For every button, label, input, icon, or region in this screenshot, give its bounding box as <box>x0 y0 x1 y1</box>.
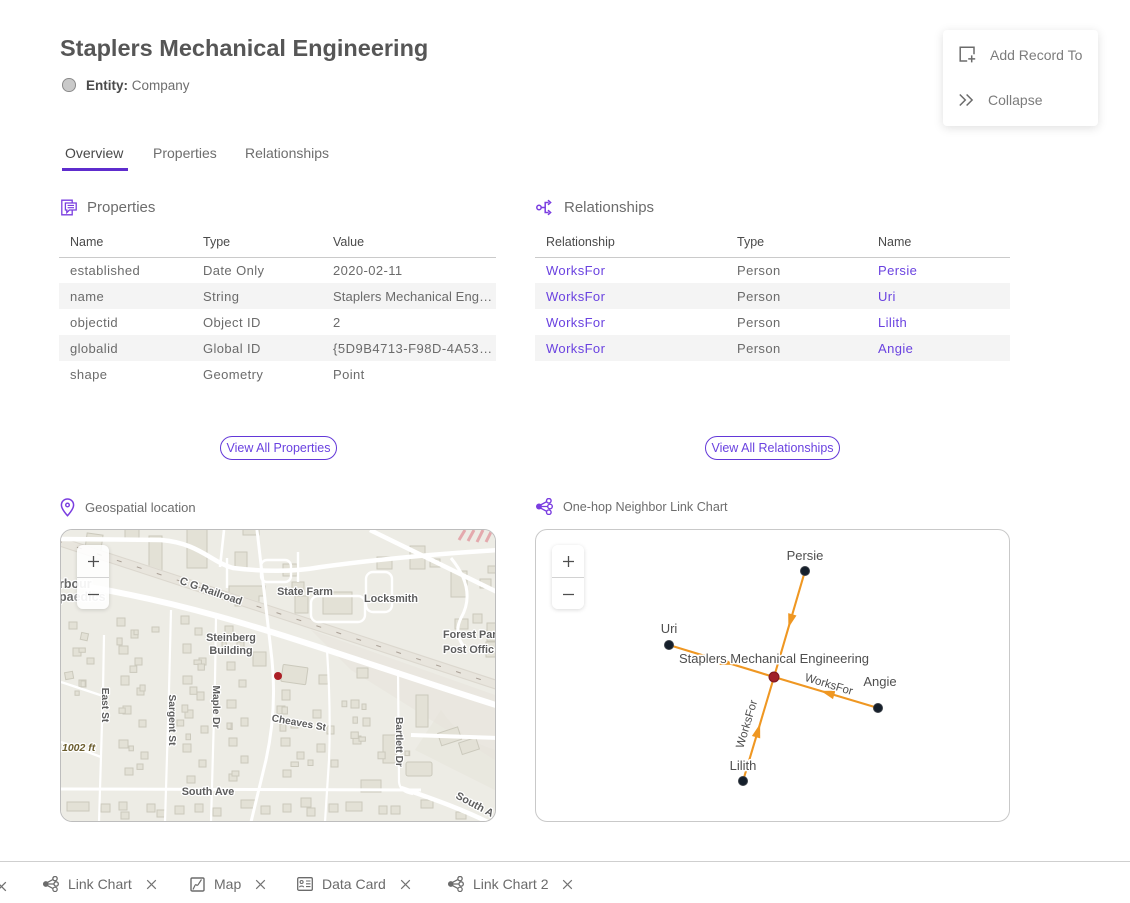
svg-text:East St: East St <box>99 688 110 723</box>
svg-text:Building: Building <box>209 645 252 657</box>
svg-text:Sargent St: Sargent St <box>166 695 177 747</box>
svg-text:State Farm: State Farm <box>277 586 333 598</box>
svg-text:Uri: Uri <box>661 621 678 636</box>
svg-text:Forest Par: Forest Par <box>443 629 495 641</box>
svg-text:WorksFor: WorksFor <box>735 699 761 750</box>
svg-text:Steinberg: Steinberg <box>206 632 256 644</box>
svg-text:Locksmith: Locksmith <box>364 593 418 605</box>
svg-text:Maple Dr: Maple Dr <box>210 685 221 728</box>
svg-text:South Ave: South Ave <box>182 786 235 798</box>
svg-text:Post Offic: Post Offic <box>443 644 494 656</box>
svg-text:Angie: Angie <box>863 674 896 689</box>
svg-text:Persie: Persie <box>787 548 824 563</box>
svg-text:1002 ft: 1002 ft <box>62 742 96 754</box>
svg-text:Staplers Mechanical Engineerin: Staplers Mechanical Engineering <box>679 651 869 666</box>
svg-text:Lilith: Lilith <box>730 758 757 773</box>
svg-text:Bartlett Dr: Bartlett Dr <box>393 717 404 767</box>
